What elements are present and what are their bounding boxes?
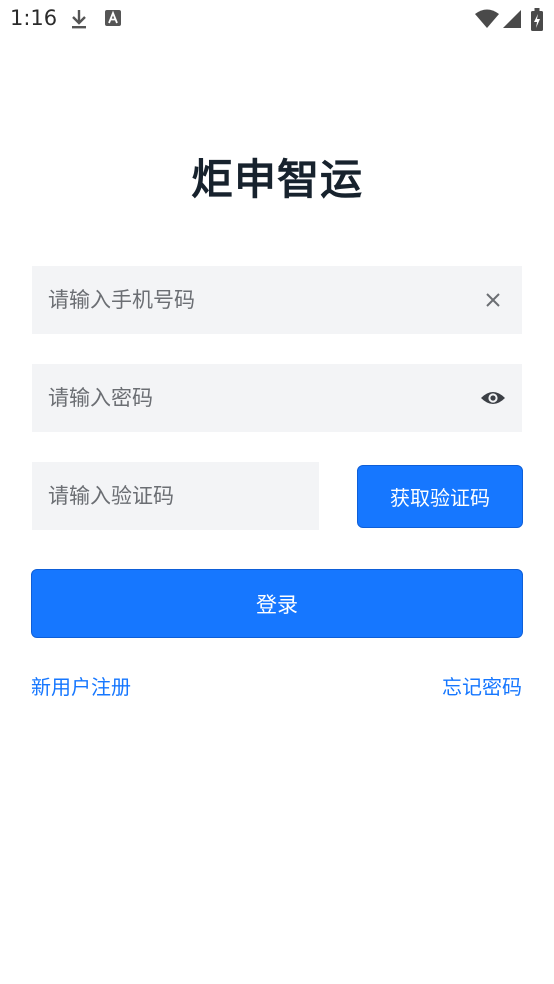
phone-field[interactable] (32, 266, 522, 334)
password-input[interactable] (48, 386, 468, 410)
login-screen: 1:16 炬申智运 请输入手机号码 请输入验证码 获取验证码 登录 新用户注册 … (0, 0, 554, 984)
eye-icon[interactable] (480, 388, 506, 408)
signal-icon (503, 10, 521, 28)
forgot-password-link[interactable]: 忘记密码 (442, 671, 522, 700)
register-link[interactable]: 新用户注册 (31, 671, 131, 700)
login-button[interactable]: 登录 (31, 569, 523, 638)
status-bar: 1:16 (0, 0, 554, 38)
battery-charging-icon (531, 8, 543, 31)
phone-input[interactable] (48, 288, 468, 312)
verification-code-field[interactable] (32, 462, 319, 530)
app-title: 炬申智运 (190, 155, 363, 204)
status-time: 1:16 (10, 6, 58, 30)
password-field[interactable] (32, 364, 522, 432)
a-badge-icon (105, 10, 121, 26)
clear-icon[interactable] (482, 289, 504, 311)
verification-code-input[interactable] (48, 484, 319, 508)
download-icon (72, 10, 86, 29)
get-code-button[interactable]: 获取验证码 (357, 465, 523, 528)
wifi-icon (475, 9, 499, 28)
